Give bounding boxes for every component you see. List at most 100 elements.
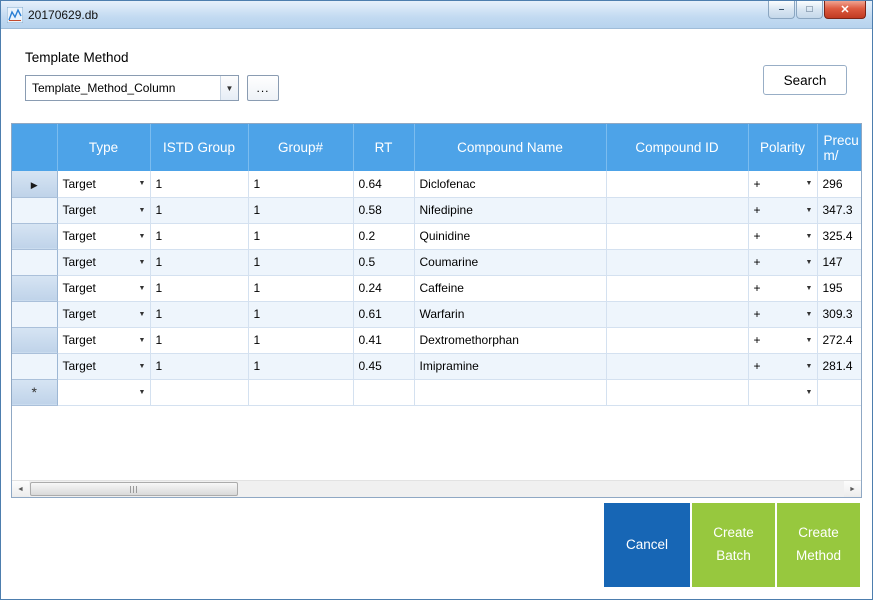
cell-rt[interactable]: 0.5 xyxy=(353,249,414,275)
cell-compound-name[interactable]: Dextromethorphan xyxy=(414,327,606,353)
cell-group-number[interactable]: 1 xyxy=(248,223,353,249)
cell-rt[interactable]: 0.64 xyxy=(353,171,414,197)
cell-polarity[interactable]: +▼ xyxy=(748,301,817,327)
cell-compound-name[interactable]: Warfarin xyxy=(414,301,606,327)
cell-rt[interactable]: 0.61 xyxy=(353,301,414,327)
column-header-type[interactable]: Type xyxy=(57,124,150,171)
horizontal-scrollbar[interactable]: ◄ ► xyxy=(12,480,861,497)
cell-compound-name[interactable] xyxy=(414,379,606,405)
cell-precursor-mz[interactable]: 195 xyxy=(817,275,861,301)
row-header-cell[interactable]: ▶ xyxy=(12,171,57,197)
cell-istd-group[interactable]: 1 xyxy=(150,275,248,301)
cell-type[interactable]: Target▼ xyxy=(57,301,150,327)
row-header-cell[interactable] xyxy=(12,223,57,249)
dropdown-arrow-icon[interactable]: ▼ xyxy=(135,276,150,301)
dropdown-arrow-icon[interactable]: ▼ xyxy=(135,380,150,405)
grid-corner-cell[interactable] xyxy=(12,124,57,171)
dropdown-arrow-icon[interactable]: ▼ xyxy=(802,276,817,301)
dropdown-arrow-icon[interactable]: ▼ xyxy=(135,250,150,275)
cell-compound-name[interactable]: Coumarine xyxy=(414,249,606,275)
cell-type[interactable]: ▼ xyxy=(57,379,150,405)
create-method-button[interactable]: Create Method xyxy=(777,503,860,587)
browse-button[interactable]: ... xyxy=(247,75,279,101)
dropdown-arrow-icon[interactable]: ▼ xyxy=(802,354,817,379)
cell-group-number[interactable] xyxy=(248,379,353,405)
cell-group-number[interactable]: 1 xyxy=(248,197,353,223)
cell-istd-group[interactable] xyxy=(150,379,248,405)
row-header-cell[interactable] xyxy=(12,301,57,327)
create-batch-button[interactable]: Create Batch xyxy=(692,503,775,587)
cell-compound-id[interactable] xyxy=(606,249,748,275)
cancel-button[interactable]: Cancel xyxy=(604,503,690,587)
cell-type[interactable]: Target▼ xyxy=(57,353,150,379)
dropdown-arrow-icon[interactable]: ▼ xyxy=(802,328,817,353)
cell-compound-name[interactable]: Quinidine xyxy=(414,223,606,249)
dropdown-arrow-icon[interactable]: ▼ xyxy=(802,171,817,197)
cell-rt[interactable]: 0.58 xyxy=(353,197,414,223)
cell-precursor-mz[interactable]: 296 xyxy=(817,171,861,197)
cell-precursor-mz[interactable]: 325.4 xyxy=(817,223,861,249)
row-header-cell[interactable] xyxy=(12,275,57,301)
cell-polarity[interactable]: +▼ xyxy=(748,171,817,197)
cell-group-number[interactable]: 1 xyxy=(248,275,353,301)
dropdown-arrow-icon[interactable]: ▼ xyxy=(802,198,817,223)
row-header-cell[interactable] xyxy=(12,353,57,379)
dropdown-arrow-icon[interactable]: ▼ xyxy=(135,328,150,353)
row-header-cell[interactable] xyxy=(12,197,57,223)
cell-compound-id[interactable] xyxy=(606,197,748,223)
cell-rt[interactable]: 0.41 xyxy=(353,327,414,353)
cell-istd-group[interactable]: 1 xyxy=(150,197,248,223)
column-header-rt[interactable]: RT xyxy=(353,124,414,171)
cell-precursor-mz[interactable]: 281.4 xyxy=(817,353,861,379)
dropdown-arrow-icon[interactable]: ▼ xyxy=(135,354,150,379)
titlebar[interactable]: 20170629.db – □ ✕ xyxy=(1,1,872,29)
column-header-group-number[interactable]: Group# xyxy=(248,124,353,171)
chevron-down-icon[interactable]: ▼ xyxy=(220,76,238,100)
row-header-cell[interactable] xyxy=(12,327,57,353)
scrollbar-thumb[interactable] xyxy=(30,482,238,496)
cell-polarity[interactable]: +▼ xyxy=(748,327,817,353)
cell-rt[interactable]: 0.2 xyxy=(353,223,414,249)
cell-compound-id[interactable] xyxy=(606,171,748,197)
cell-group-number[interactable]: 1 xyxy=(248,249,353,275)
cell-polarity[interactable]: +▼ xyxy=(748,353,817,379)
cell-compound-id[interactable] xyxy=(606,327,748,353)
cell-rt[interactable]: 0.45 xyxy=(353,353,414,379)
cell-rt[interactable]: 0.24 xyxy=(353,275,414,301)
dropdown-arrow-icon[interactable]: ▼ xyxy=(802,380,817,405)
column-header-compound-name[interactable]: Compound Name xyxy=(414,124,606,171)
cell-type[interactable]: Target▼ xyxy=(57,249,150,275)
column-header-istd-group[interactable]: ISTD Group xyxy=(150,124,248,171)
column-header-polarity[interactable]: Polarity xyxy=(748,124,817,171)
cell-compound-name[interactable]: Nifedipine xyxy=(414,197,606,223)
cell-group-number[interactable]: 1 xyxy=(248,327,353,353)
close-button[interactable]: ✕ xyxy=(824,1,866,19)
cell-compound-id[interactable] xyxy=(606,275,748,301)
cell-istd-group[interactable]: 1 xyxy=(150,353,248,379)
cell-polarity[interactable]: ▼ xyxy=(748,379,817,405)
template-method-dropdown[interactable]: Template_Method_Column ▼ xyxy=(25,75,239,101)
cell-compound-name[interactable]: Imipramine xyxy=(414,353,606,379)
cell-precursor-mz[interactable]: 309.3 xyxy=(817,301,861,327)
cell-polarity[interactable]: +▼ xyxy=(748,249,817,275)
cell-type[interactable]: Target▼ xyxy=(57,197,150,223)
cell-group-number[interactable]: 1 xyxy=(248,301,353,327)
cell-rt[interactable] xyxy=(353,379,414,405)
cell-precursor-mz[interactable] xyxy=(817,379,861,405)
cell-istd-group[interactable]: 1 xyxy=(150,171,248,197)
cell-type[interactable]: Target▼ xyxy=(57,275,150,301)
dropdown-arrow-icon[interactable]: ▼ xyxy=(802,250,817,275)
search-button[interactable]: Search xyxy=(763,65,847,95)
cell-precursor-mz[interactable]: 347.3 xyxy=(817,197,861,223)
cell-type[interactable]: Target▼ xyxy=(57,327,150,353)
scroll-right-button[interactable]: ► xyxy=(844,481,861,497)
cell-istd-group[interactable]: 1 xyxy=(150,301,248,327)
minimize-button[interactable]: – xyxy=(768,1,795,19)
row-header-cell[interactable] xyxy=(12,249,57,275)
scroll-left-button[interactable]: ◄ xyxy=(12,481,29,497)
maximize-button[interactable]: □ xyxy=(796,1,823,19)
cell-istd-group[interactable]: 1 xyxy=(150,327,248,353)
dropdown-arrow-icon[interactable]: ▼ xyxy=(135,224,150,249)
cell-precursor-mz[interactable]: 272.4 xyxy=(817,327,861,353)
cell-compound-id[interactable] xyxy=(606,223,748,249)
